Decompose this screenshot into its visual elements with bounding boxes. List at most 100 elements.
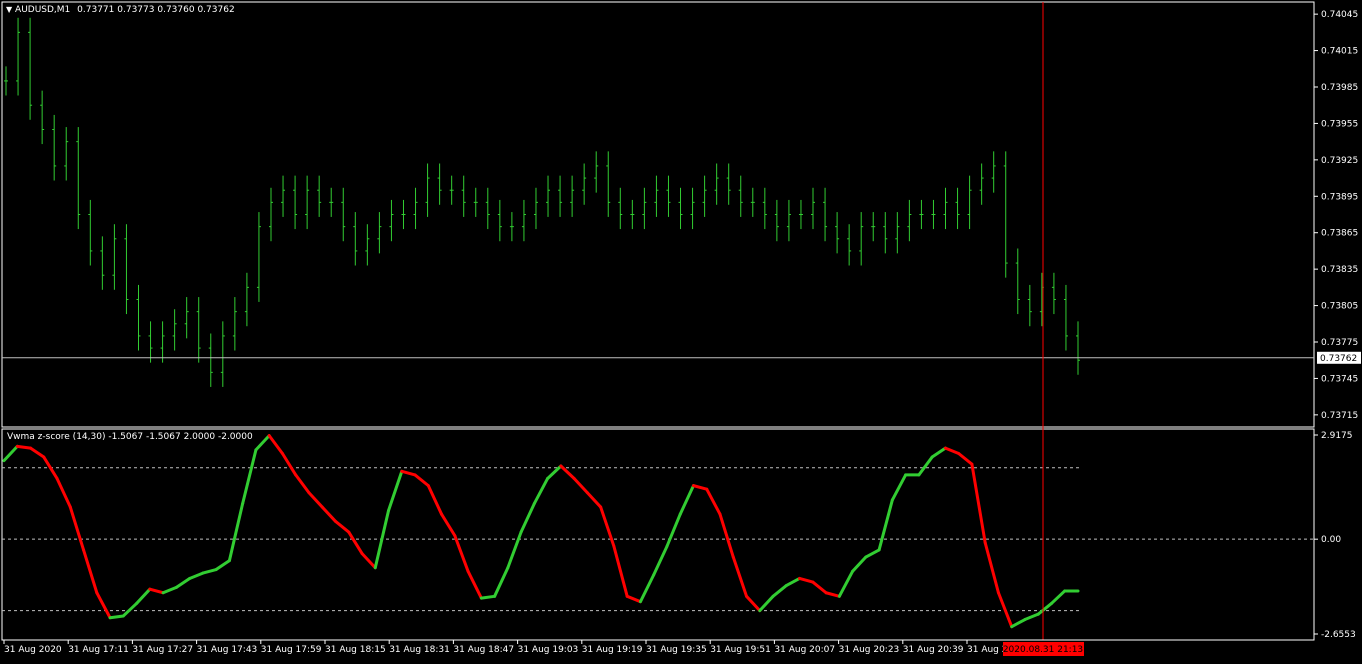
zscore-segment bbox=[612, 544, 629, 598]
crosshair-time-label: 2020.08.31 21:13 bbox=[1003, 645, 1083, 655]
zscore-segment bbox=[930, 446, 947, 459]
zscore-segment bbox=[135, 587, 152, 605]
zscore-segment bbox=[2, 444, 19, 463]
zscore-segment bbox=[625, 594, 642, 604]
time-axis-label: 31 Aug 20:07 bbox=[774, 645, 835, 655]
zscore-segment bbox=[691, 484, 709, 491]
zscore-segment bbox=[983, 541, 1000, 595]
price-axis-label: 0.73865 bbox=[1321, 229, 1358, 239]
zscore-segment bbox=[161, 585, 178, 595]
price-axis-label: 0.73715 bbox=[1321, 411, 1358, 421]
current-price-label: 0.73762 bbox=[1320, 354, 1357, 364]
price-axis-label: 0.74015 bbox=[1321, 47, 1358, 57]
price-axis-label: 0.73955 bbox=[1321, 119, 1358, 129]
ohlc-close: 0.73762 bbox=[197, 5, 235, 15]
zscore-segment bbox=[294, 473, 311, 495]
zscore-segment bbox=[227, 501, 245, 563]
zscore-segment bbox=[1049, 589, 1067, 605]
indicator-header: Vwma z-score (14,30) -1.5067 -1.5067 2.0… bbox=[7, 432, 253, 442]
zscore-segment bbox=[15, 444, 33, 450]
zscore-segment bbox=[798, 576, 815, 584]
symbol-dropdown-icon[interactable]: ▼ bbox=[6, 5, 12, 14]
zscore-segment bbox=[148, 587, 165, 595]
zscore-segment bbox=[82, 548, 99, 595]
zscore-segment bbox=[479, 594, 497, 600]
zscore-segment bbox=[440, 512, 457, 538]
zscore-segment bbox=[320, 505, 337, 523]
zscore-segment bbox=[837, 569, 855, 598]
time-axis-label: 31 Aug 17:59 bbox=[261, 645, 322, 655]
indicator-value-3: 2.0000 bbox=[183, 432, 216, 442]
time-axis-label: 31 Aug 17:43 bbox=[197, 645, 258, 655]
zscore-segment bbox=[970, 462, 987, 545]
price-axis-label: 0.73985 bbox=[1321, 83, 1358, 93]
zscore-segment bbox=[758, 594, 775, 613]
zscore-segment bbox=[864, 548, 881, 559]
zscore-segment bbox=[267, 434, 284, 455]
time-axis-label: 31 Aug 18:47 bbox=[453, 645, 514, 655]
chart-window[interactable]: 0.74045 0.74015 0.73985 0.73955 0.73925 0.738… bbox=[0, 0, 1362, 660]
symbol-header: ▼ AUDUSD,M1 0.73771 0.73773 0.73760 0.73… bbox=[6, 5, 235, 15]
zscore-segment bbox=[917, 455, 934, 477]
zscore-segment bbox=[811, 580, 828, 595]
zscore-segment bbox=[678, 484, 695, 516]
price-axis-label: 0.74045 bbox=[1321, 10, 1358, 20]
zscore-segment bbox=[426, 484, 444, 516]
zscore-segment bbox=[705, 487, 722, 516]
zscore-segment bbox=[1010, 618, 1027, 629]
time-axis-label: 31 Aug 18:15 bbox=[325, 645, 386, 655]
symbol-label: AUDUSD,M1 bbox=[15, 5, 71, 15]
zscore-segment bbox=[333, 519, 351, 534]
zscore-segment bbox=[784, 576, 802, 588]
zscore-segment bbox=[493, 566, 510, 598]
zscore-segment bbox=[532, 476, 550, 505]
price-axis-label: 0.73775 bbox=[1321, 338, 1358, 348]
zscore-segment bbox=[254, 434, 271, 452]
zscore-segment bbox=[1023, 612, 1040, 622]
ohlc-low: 0.73760 bbox=[157, 5, 195, 15]
zscore-segment bbox=[585, 491, 603, 509]
time-axis-label: 31 Aug 2020 bbox=[4, 645, 62, 655]
zscore-segment bbox=[55, 476, 72, 509]
ohlc-high: 0.73773 bbox=[117, 5, 155, 15]
price-axis-label: 0.73925 bbox=[1321, 156, 1358, 166]
time-axis-label: 31 Aug 19:51 bbox=[710, 645, 771, 655]
zscore-segment bbox=[599, 505, 616, 548]
time-axis-label: 31 Aug 19:35 bbox=[646, 645, 707, 655]
zscore-segment bbox=[572, 476, 589, 495]
zscore-segment bbox=[188, 571, 205, 580]
zscore-segment bbox=[638, 573, 656, 604]
zscore-segment bbox=[121, 601, 139, 618]
zscore-segment bbox=[1036, 601, 1053, 616]
zscore-segment bbox=[347, 530, 364, 555]
zscore-segment bbox=[280, 451, 298, 477]
time-axis-label: 31 Aug 20:39 bbox=[903, 645, 964, 655]
zscore-segment bbox=[241, 448, 258, 505]
indicator-axis-label: 0.00 bbox=[1321, 535, 1341, 545]
chart-canvas[interactable]: 0.74045 0.74015 0.73985 0.73955 0.73925 0.738… bbox=[0, 0, 1362, 660]
zscore-segment bbox=[307, 491, 324, 509]
zscore-segment bbox=[824, 591, 841, 598]
zscore-segment bbox=[214, 559, 231, 572]
indicator-value-1: -1.5067 bbox=[108, 432, 144, 442]
zscore-segment bbox=[665, 512, 682, 548]
zscore-segment bbox=[360, 551, 377, 570]
zscore-segment bbox=[68, 505, 86, 552]
zscore-segment bbox=[95, 591, 112, 620]
indicator-value-4: -2.0000 bbox=[217, 432, 253, 442]
zscore-segment bbox=[108, 614, 125, 620]
time-axis-label: 31 Aug 19:19 bbox=[582, 645, 643, 655]
ohlc-open: 0.73771 bbox=[77, 5, 115, 15]
zscore-segment bbox=[466, 569, 483, 600]
zscore-segment bbox=[453, 534, 470, 573]
zscore-segment bbox=[957, 451, 974, 466]
price-axis-label: 0.73835 bbox=[1321, 265, 1358, 275]
time-axis-label: 31 Aug 17:27 bbox=[132, 645, 193, 655]
zscore-segment bbox=[718, 512, 735, 559]
zscore-segment bbox=[851, 555, 868, 573]
zscore-segment bbox=[745, 594, 762, 613]
time-axis-label: 31 Aug 18:31 bbox=[389, 645, 450, 655]
indicator-axis-label: -2.6553 bbox=[1321, 630, 1356, 640]
zscore-segment bbox=[771, 584, 788, 598]
main-pane-frame bbox=[1, 1, 1315, 428]
